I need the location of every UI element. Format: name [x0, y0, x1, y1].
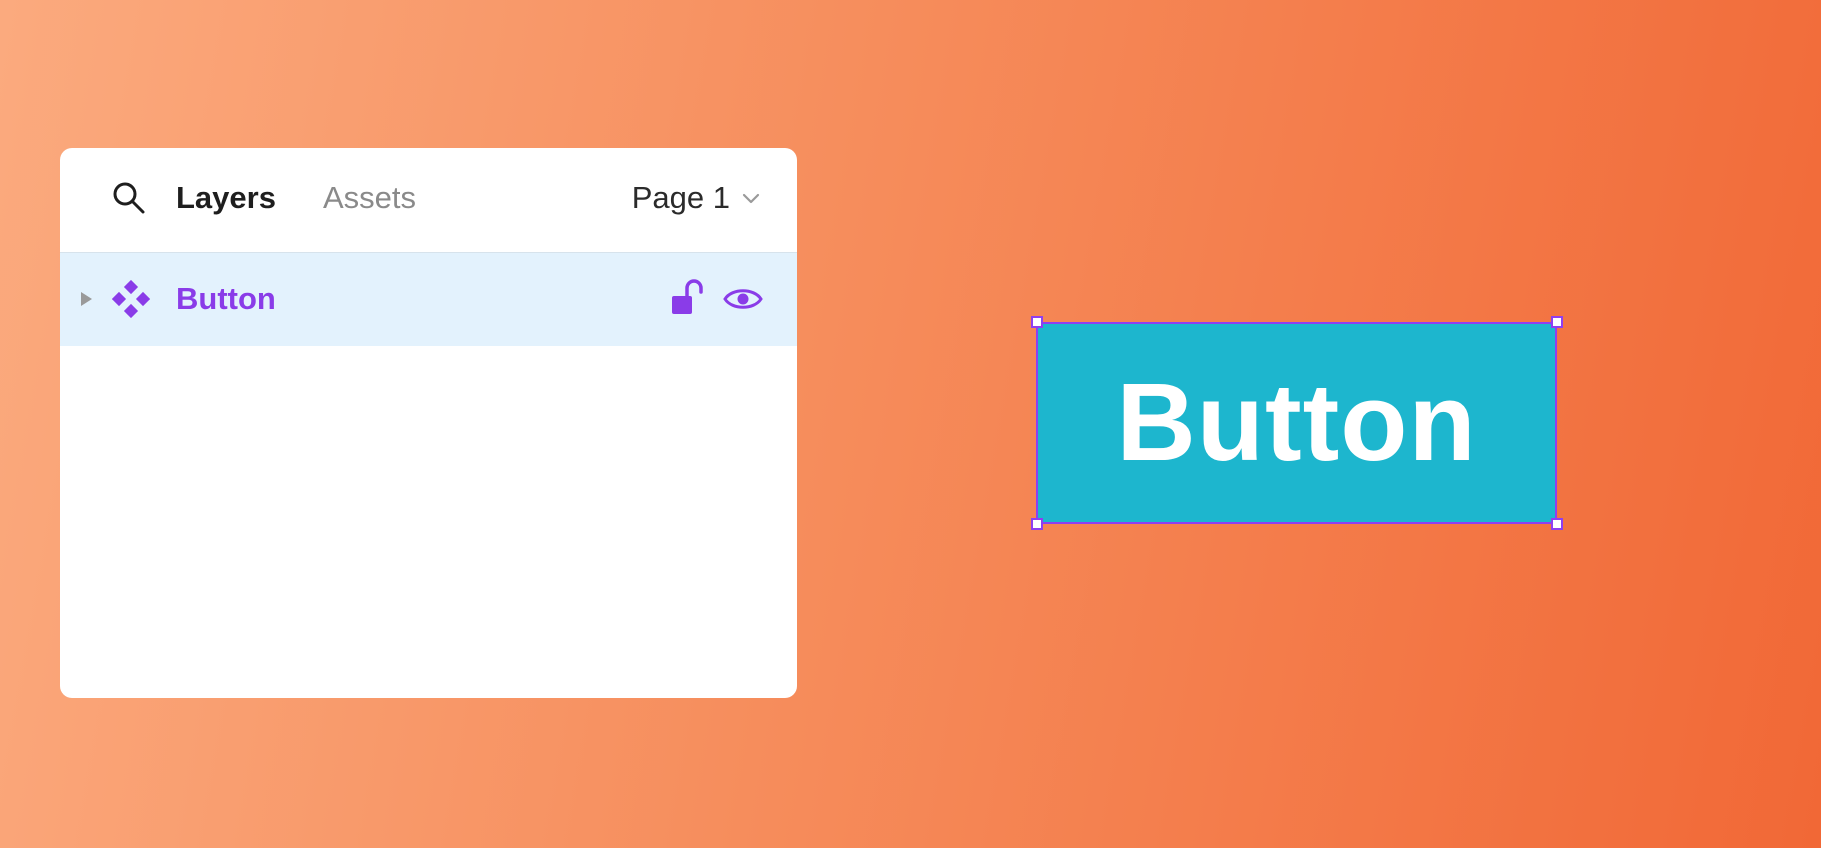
tab-layers[interactable]: Layers [176, 178, 276, 218]
canvas-button-label: Button [1116, 361, 1477, 484]
layer-row-button[interactable]: Button [60, 253, 797, 346]
eye-icon[interactable] [721, 277, 765, 321]
expand-caret-icon[interactable] [74, 287, 98, 311]
page-selector-label: Page 1 [631, 180, 730, 215]
tab-assets[interactable]: Assets [323, 178, 416, 218]
search-icon [113, 182, 145, 214]
panel-header: Layers Assets Page 1 [60, 148, 797, 253]
chevron-down-icon [740, 187, 762, 209]
layer-name: Button [176, 281, 276, 316]
resize-handle-bottom-left[interactable] [1031, 518, 1043, 530]
resize-handle-top-right[interactable] [1551, 316, 1563, 328]
component-icon [111, 279, 151, 319]
page-selector[interactable]: Page 1 [632, 178, 762, 218]
unlock-icon[interactable] [667, 275, 707, 321]
search-button[interactable] [107, 176, 151, 220]
resize-handle-bottom-right[interactable] [1551, 518, 1563, 530]
canvas-button-element[interactable]: Button [1036, 322, 1557, 524]
resize-handle-top-left[interactable] [1031, 316, 1043, 328]
layers-panel: Layers Assets Page 1 Button [60, 148, 797, 698]
